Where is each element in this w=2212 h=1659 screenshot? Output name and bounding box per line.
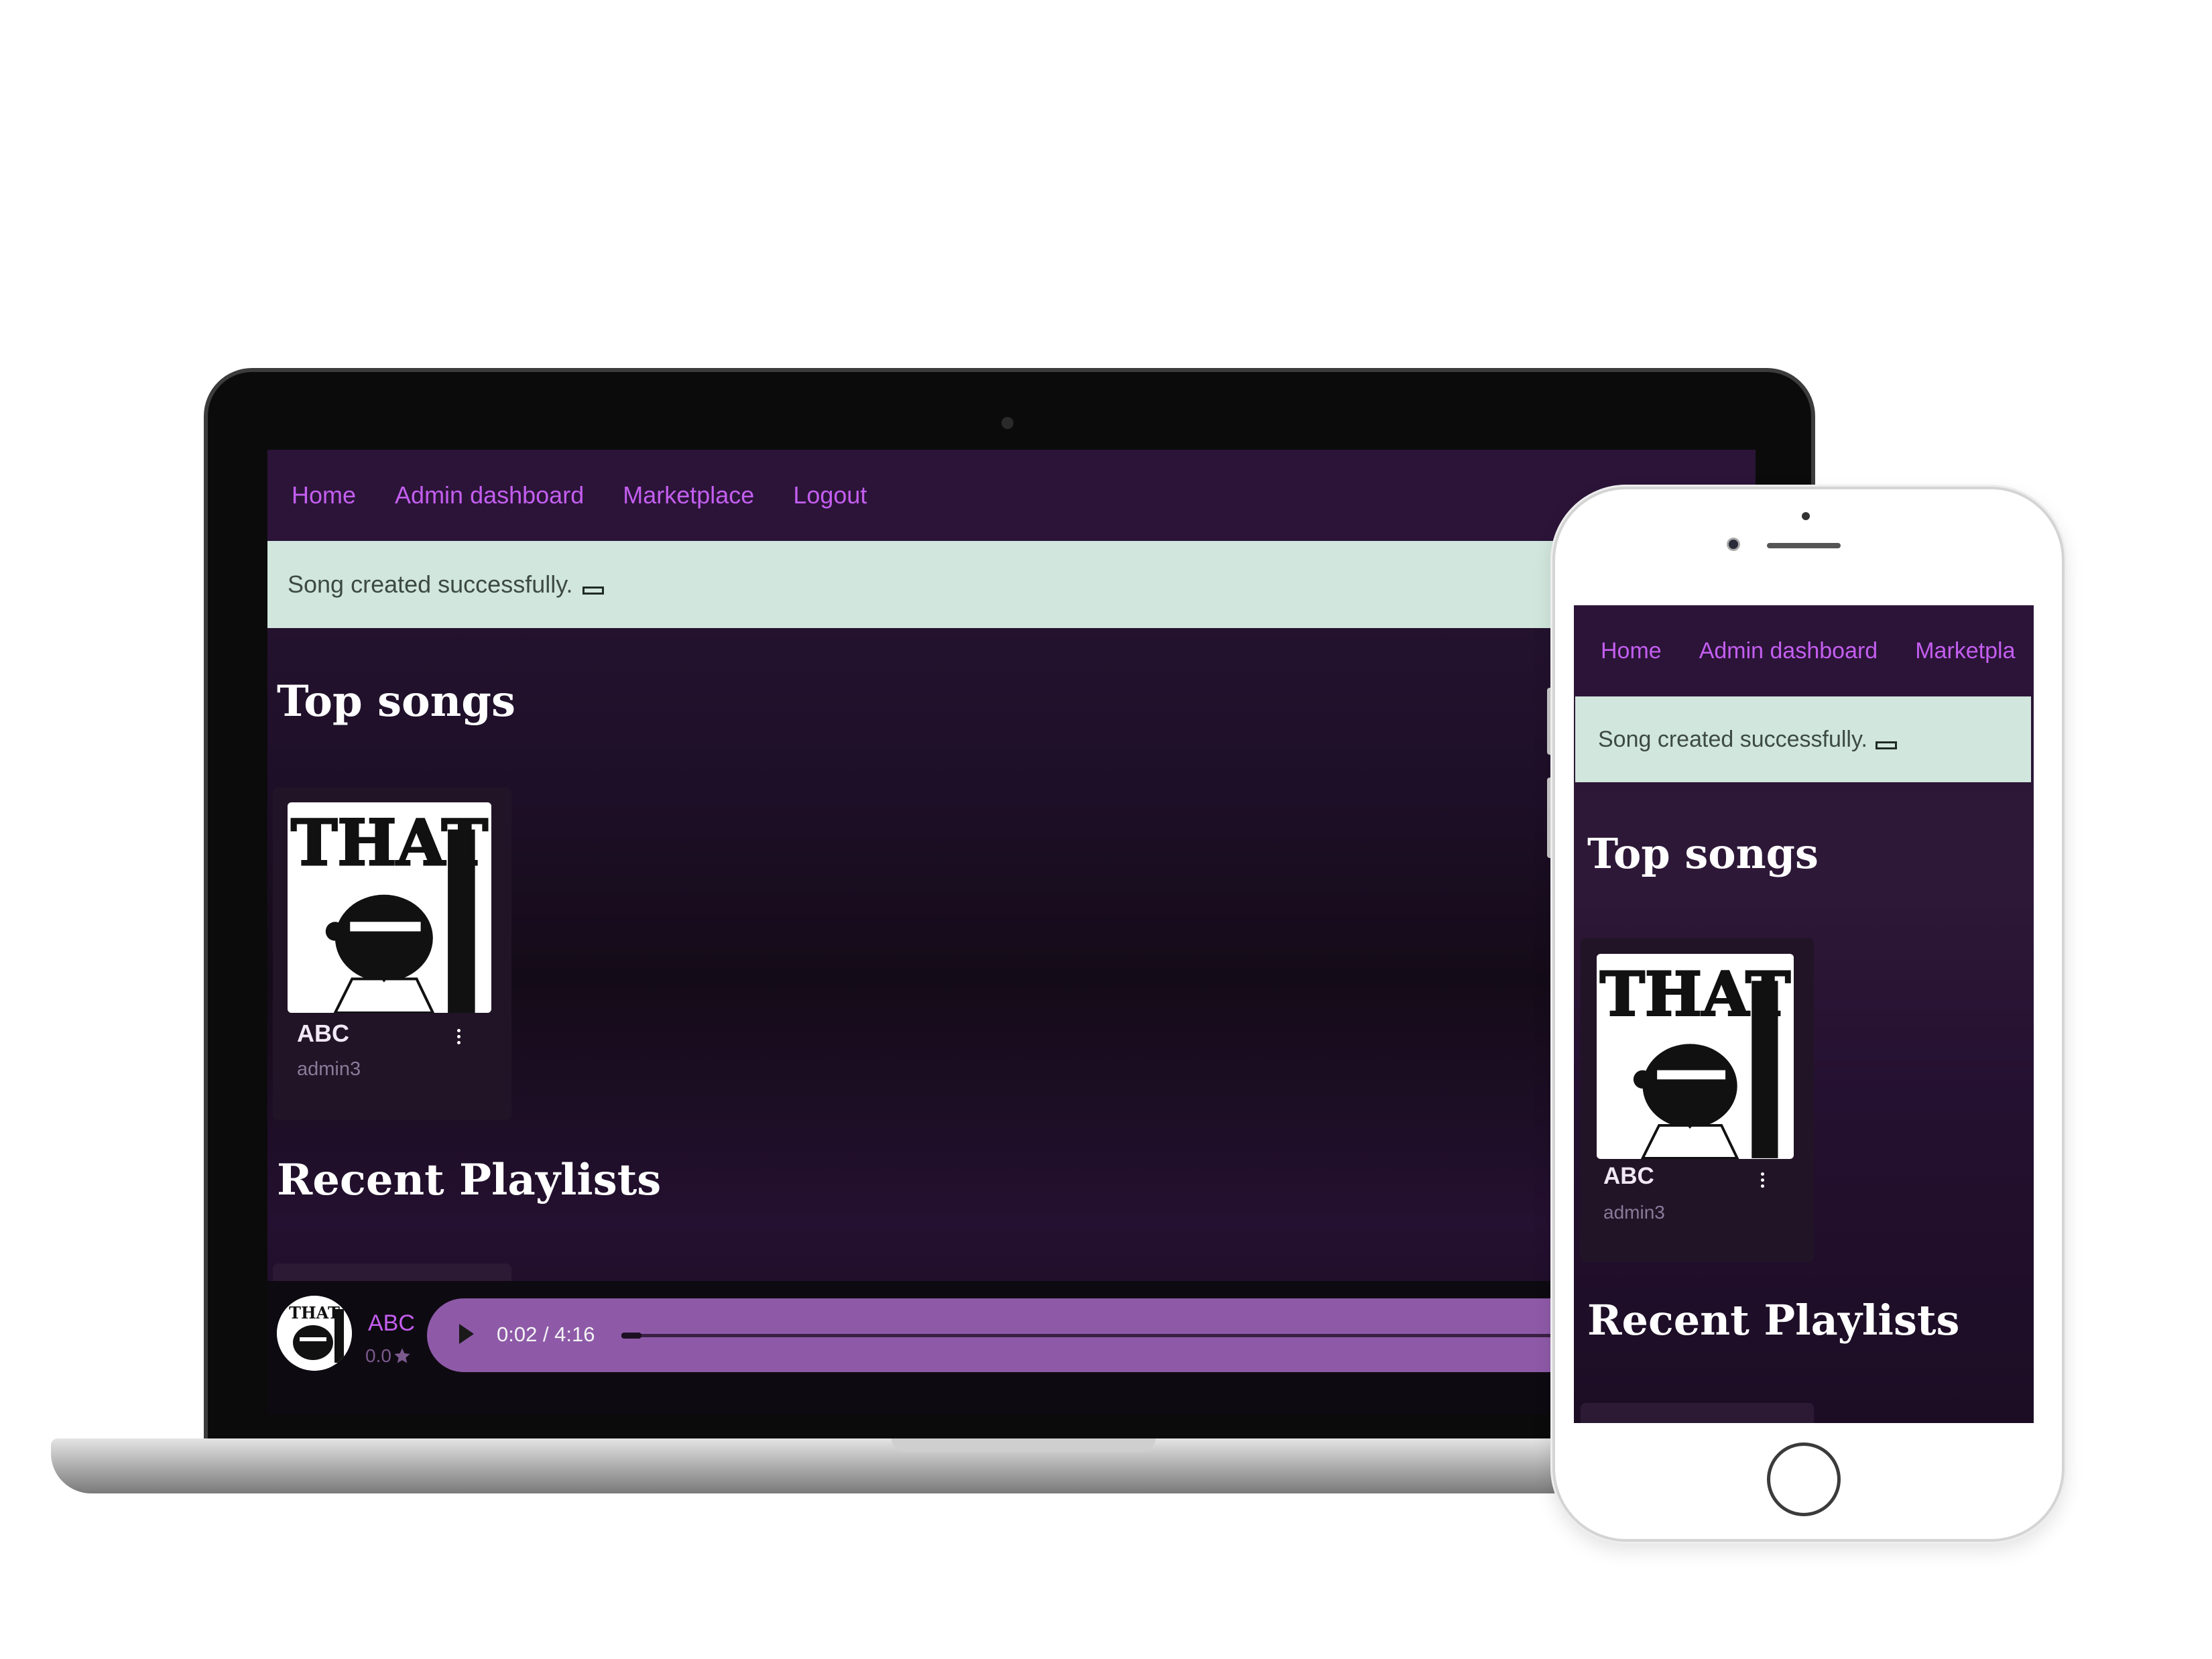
laptop-camera [1001, 417, 1013, 429]
star-icon[interactable] [393, 1347, 412, 1365]
phone-navbar: Home Admin dashboard Marketpla [1574, 605, 2034, 696]
audio-player[interactable]: 0:02 / 4:16 [427, 1298, 1756, 1372]
navbar: Home Admin dashboard Marketplace Logout [267, 450, 1756, 541]
phone-screen: Home Admin dashboard Marketpla Song crea… [1574, 605, 2034, 1423]
phone-nav-admin-dashboard-link[interactable]: Admin dashboard [1699, 638, 1878, 664]
album-cover-illustration: THAT [288, 802, 491, 1013]
recent-playlists-heading: Recent Playlists [277, 1155, 662, 1205]
phone-sensor [1802, 512, 1810, 520]
phone-playlist-card[interactable] [1581, 1403, 1814, 1423]
audio-progress-fill [621, 1333, 641, 1339]
nav-admin-dashboard-link[interactable]: Admin dashboard [395, 481, 584, 509]
song-artist: admin3 [297, 1058, 361, 1080]
phone-kebab-menu-icon[interactable] [1759, 1172, 1766, 1188]
phone-song-title: ABC [1603, 1163, 1654, 1189]
phone-home-button [1767, 1442, 1841, 1516]
alert-message: Song created successfully. [288, 570, 573, 598]
song-card[interactable]: THAT ABC admin3 [273, 788, 511, 1120]
phone-nav-home-link[interactable]: Home [1601, 638, 1662, 664]
nav-logout-link[interactable]: Logout [793, 481, 867, 509]
phone-song-artist: admin3 [1603, 1202, 1665, 1223]
album-cover: THAT [288, 802, 491, 1013]
player-cover-illustration: THAT [277, 1296, 352, 1371]
phone-front-camera [1727, 538, 1740, 551]
laptop-notch [892, 1438, 1156, 1452]
phone-alert-message: Song created successfully. [1598, 726, 1867, 752]
phone-album-cover-illustration: THAT [1597, 955, 1794, 1159]
phone-success-alert: Song created successfully. [1575, 696, 2031, 782]
phone-close-icon[interactable] [1875, 741, 1897, 749]
player-cover-text: THAT [289, 1303, 340, 1323]
play-icon[interactable] [459, 1324, 474, 1344]
phone-recent-playlists-heading: Recent Playlists [1587, 1296, 1960, 1345]
nav-marketplace-link[interactable]: Marketplace [623, 481, 754, 509]
kebab-menu-icon[interactable] [455, 1029, 462, 1044]
top-songs-heading: Top songs [277, 676, 516, 727]
phone-album-cover: THAT [1597, 954, 1794, 1159]
laptop-screen: Home Admin dashboard Marketplace Logout … [267, 450, 1756, 1414]
close-icon[interactable] [582, 587, 604, 595]
phone-speaker [1767, 543, 1841, 548]
player-song-title: ABC [368, 1310, 415, 1336]
phone-song-card[interactable]: THAT ABC admin3 [1581, 938, 1814, 1262]
song-title: ABC [297, 1020, 349, 1047]
player-rating: 0.0 [365, 1345, 412, 1367]
player-rating-value: 0.0 [365, 1345, 391, 1366]
album-cover-text: THAT [291, 806, 488, 879]
success-alert: Song created successfully. [267, 541, 1756, 628]
phone-top-songs-heading: Top songs [1587, 829, 1819, 878]
phone-album-cover-text: THAT [1600, 959, 1790, 1030]
laptop-base [51, 1438, 1673, 1493]
audio-time-display: 0:02 / 4:16 [497, 1323, 595, 1346]
player-cover-thumbnail: THAT [277, 1296, 352, 1371]
nav-home-link[interactable]: Home [292, 481, 356, 509]
phone-nav-marketplace-link[interactable]: Marketpla [1915, 638, 2015, 664]
